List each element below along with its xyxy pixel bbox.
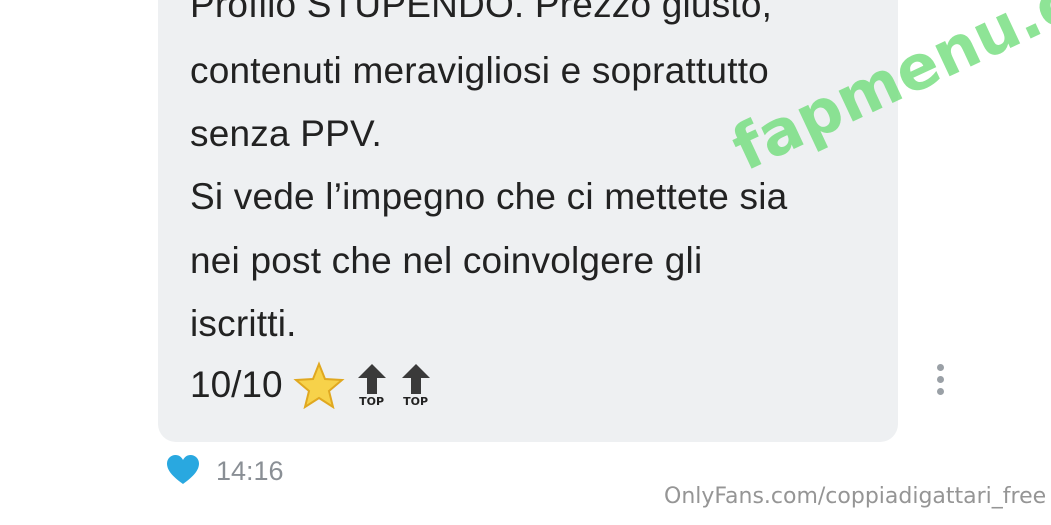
rating-line: 10/10 TOP TOP (190, 360, 433, 410)
star-icon (293, 361, 345, 409)
top-arrow-icon: TOP (399, 362, 433, 408)
source-watermark: OnlyFans.com/coppiadigattari_free (664, 484, 1047, 509)
message-line: iscritti. (190, 303, 297, 344)
message-line: senza PPV. (190, 113, 382, 154)
heart-icon[interactable] (166, 454, 200, 486)
rating-text: 10/10 (190, 364, 283, 405)
message-line: nei post che nel coinvolgere gli (190, 240, 703, 281)
message-timestamp: 14:16 (216, 456, 284, 486)
message-line: contenuti meravigliosi e soprattutto (190, 50, 769, 91)
message-line: Profilo STUPENDO. Prezzo giusto, (190, 0, 773, 25)
more-vertical-icon[interactable] (932, 364, 948, 398)
message-line: Si vede l’impegno che ci mettete sia (190, 176, 788, 217)
top-label: TOP (403, 395, 429, 408)
top-arrow-icon: TOP (355, 362, 389, 408)
top-label: TOP (359, 395, 385, 408)
